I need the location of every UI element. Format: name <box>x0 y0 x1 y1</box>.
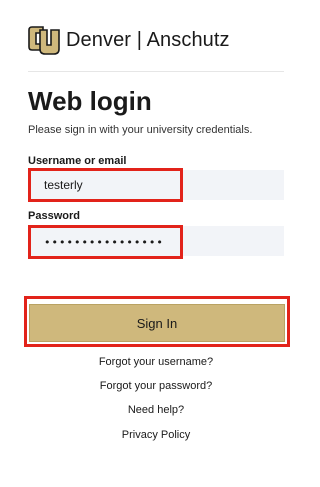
username-label: Username or email <box>28 155 127 167</box>
cu-logo-icon <box>28 25 60 55</box>
forgot-username-link[interactable]: Forgot your username? <box>0 356 312 368</box>
brand-name: Denver | Anschutz <box>66 28 230 51</box>
need-help-link[interactable]: Need help? <box>0 404 312 416</box>
page-subtitle: Please sign in with your university cred… <box>28 124 253 136</box>
header-divider <box>28 71 284 72</box>
password-label: Password <box>28 210 80 222</box>
header: Denver | Anschutz <box>28 25 230 55</box>
page-title: Web login <box>28 86 152 116</box>
forgot-password-link[interactable]: Forgot your password? <box>0 380 312 392</box>
sign-in-button[interactable]: Sign In <box>29 304 285 342</box>
password-input[interactable] <box>28 225 183 259</box>
privacy-policy-link[interactable]: Privacy Policy <box>0 429 312 441</box>
username-input[interactable] <box>28 168 183 202</box>
